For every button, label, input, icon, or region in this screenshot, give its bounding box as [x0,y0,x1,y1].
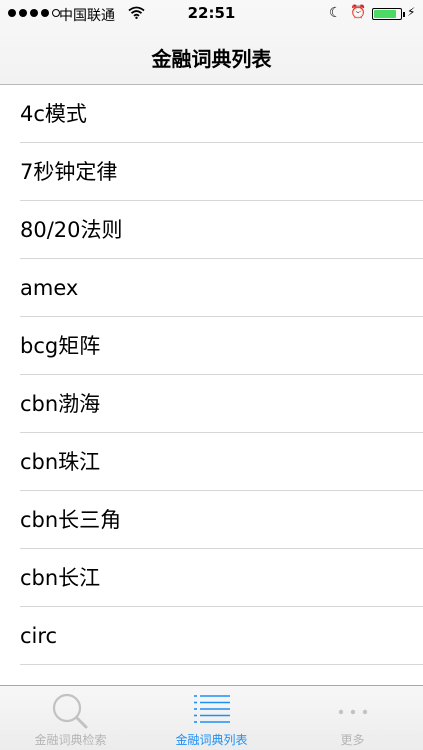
list-item[interactable]: 4c模式 [0,85,423,143]
battery-tip [403,12,405,17]
list-item[interactable]: amex [0,259,423,317]
list-item[interactable]: cbn渤海 [0,375,423,433]
list-icon [192,691,232,731]
tab-more-label: 更多 [340,733,365,747]
charging-bolt-icon: ⚡ [407,5,416,19]
more-dots-icon [333,691,373,731]
tab-bar: 金融词典检索 金融词典列表 更多 [0,685,423,750]
list-item[interactable]: cbn长三角 [0,491,423,549]
list-item[interactable]: cbn珠江 [0,433,423,491]
term-list[interactable]: 4c模式 7秒钟定律 80/20法则 amex bcg矩阵 cbn渤海 cbn珠江 cbn长三… [0,85,423,685]
tab-list[interactable]: 金融词典列表 [141,686,282,750]
battery-icon [372,8,402,20]
battery-level-fill [374,10,397,18]
list-item[interactable]: cbn长江 [0,549,423,607]
tab-more[interactable]: 更多 [282,686,423,750]
tab-search-label: 金融词典检索 [34,733,107,747]
tab-list-label: 金融词典列表 [175,733,248,747]
tab-search[interactable]: 金融词典检索 [0,686,141,750]
list-item[interactable]: 7秒钟定律 [0,143,423,201]
do-not-disturb-moon-icon: ☾ [329,5,342,21]
magnifier-icon [49,691,93,735]
list-item[interactable]: bcg矩阵 [0,317,423,375]
alarm-clock-icon: ⏰ [350,5,367,20]
list-item[interactable]: 80/20法则 [0,201,423,259]
list-item[interactable] [0,665,423,685]
status-bar: 中国联通 22:51 ☾ ⏰ ⚡ [0,0,423,28]
page-title: 金融词典列表 [151,47,272,71]
list-item[interactable]: circ [0,607,423,665]
top-bar: 中国联通 22:51 ☾ ⏰ ⚡ 金融词典列表 [0,0,423,85]
